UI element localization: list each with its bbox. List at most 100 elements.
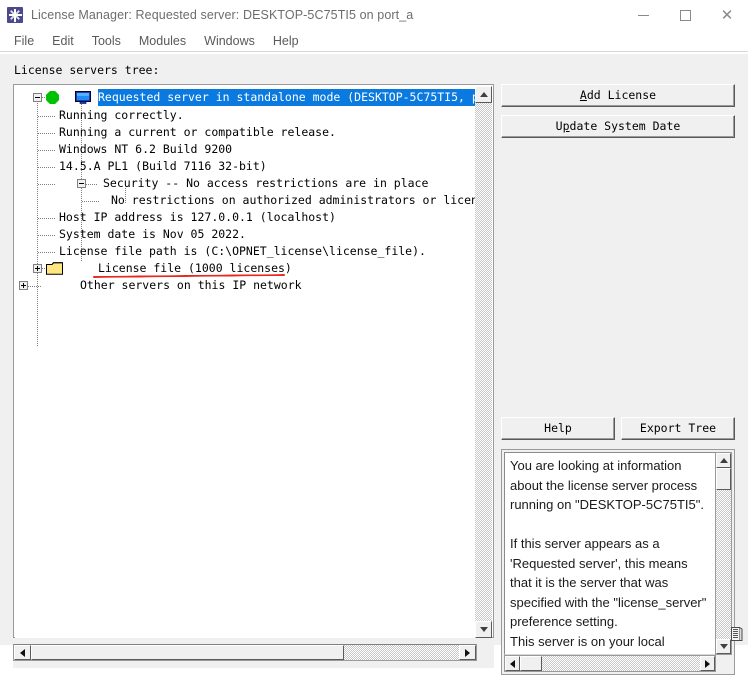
client-area: License servers tree: Requested server i… xyxy=(0,53,748,675)
expander-expand-icon[interactable] xyxy=(33,264,42,273)
tree-row-no-restrictions[interactable]: No restrictions on authorized administra… xyxy=(15,192,477,209)
expander-collapse-icon[interactable] xyxy=(33,93,42,102)
minimize-icon xyxy=(637,14,649,16)
tree-row-requested-server[interactable]: Requested server in standalone mode (DES… xyxy=(15,89,477,107)
tree-row-label: Host IP address is 127.0.0.1 (localhost) xyxy=(59,210,336,224)
window-titlebar: License Manager: Requested server: DESKT… xyxy=(0,0,748,30)
help-button[interactable]: Help xyxy=(501,417,615,440)
menu-edit[interactable]: Edit xyxy=(43,34,83,48)
menu-tools[interactable]: Tools xyxy=(83,34,130,48)
info-vertical-scroll-thumb[interactable] xyxy=(716,468,731,490)
tree-row-build-version[interactable]: 14.5.A PL1 (Build 7116 32-bit) xyxy=(15,158,477,175)
close-icon: ✕ xyxy=(720,6,734,24)
info-vertical-scrollbar[interactable] xyxy=(715,452,732,655)
tree-row-system-date[interactable]: System date is Nov 05 2022. xyxy=(15,226,477,243)
right-panel: Add License Update System Date Help Expo… xyxy=(501,84,735,675)
info-horizontal-scrollbar[interactable] xyxy=(504,655,716,672)
chevron-up-icon xyxy=(479,92,488,97)
chevron-right-icon xyxy=(705,659,710,668)
tree-row-other-servers[interactable]: Other servers on this IP network xyxy=(15,277,477,294)
tree-guide-line xyxy=(38,167,56,168)
tree-content: Requested server in standalone mode (DES… xyxy=(15,86,477,346)
scroll-left-button[interactable] xyxy=(14,645,31,660)
resize-grip-svg xyxy=(731,627,743,641)
tree-row-label: No restrictions on authorized administra… xyxy=(111,193,477,207)
export-tree-button[interactable]: Export Tree xyxy=(621,417,735,440)
info-text: You are looking at information about the… xyxy=(510,458,707,654)
menu-help[interactable]: Help xyxy=(264,34,308,48)
chevron-left-icon xyxy=(510,659,515,668)
menu-modules[interactable]: Modules xyxy=(130,34,195,48)
info-scroll-right-button[interactable] xyxy=(700,656,715,671)
tree-guide-line xyxy=(38,116,56,117)
tree-row-license-file[interactable]: License file (1000 licenses) xyxy=(15,260,477,279)
menu-file[interactable]: File xyxy=(5,34,43,48)
tree-row-label: Running a current or compatible release. xyxy=(59,125,336,139)
tree-guide-line xyxy=(86,184,98,185)
scroll-right-button[interactable] xyxy=(459,645,476,660)
info-horizontal-scroll-thumb[interactable] xyxy=(520,656,542,671)
scroll-down-button[interactable] xyxy=(475,621,492,638)
tree-guide-line xyxy=(38,184,56,185)
secondary-button-row: Help Export Tree xyxy=(501,417,735,440)
tree-row-label: Requested server in standalone mode (DES… xyxy=(98,89,477,106)
tree-vertical-scrollbar[interactable] xyxy=(475,86,492,638)
scroll-up-button[interactable] xyxy=(475,86,492,103)
menu-windows[interactable]: Windows xyxy=(195,34,264,48)
tree-row-os-version[interactable]: Windows NT 6.2 Build 9200 xyxy=(15,141,477,158)
chevron-left-icon xyxy=(20,648,25,657)
tree-row-label: Windows NT 6.2 Build 9200 xyxy=(59,142,233,156)
tree-row-license-file-path[interactable]: License file path is (C:\OPNET_license\l… xyxy=(15,243,477,260)
add-license-button[interactable]: Add License xyxy=(501,84,735,107)
update-system-date-label: Update System Date xyxy=(555,119,681,133)
app-starburst-icon xyxy=(6,6,24,24)
tree-row-label: Running correctly. xyxy=(59,108,184,122)
tree-row-compatible-release[interactable]: Running a current or compatible release. xyxy=(15,124,477,141)
window-title: License Manager: Requested server: DESKT… xyxy=(31,8,414,22)
folder-icon-svg xyxy=(46,262,63,275)
update-system-date-button[interactable]: Update System Date xyxy=(501,115,735,138)
tree-guide-line xyxy=(38,218,56,219)
monitor-icon xyxy=(75,91,91,105)
minimize-button[interactable] xyxy=(622,0,664,30)
tree-viewport[interactable]: Requested server in standalone mode (DES… xyxy=(15,86,477,638)
info-scroll-left-button[interactable] xyxy=(505,656,520,671)
expander-expand-icon[interactable] xyxy=(19,281,28,290)
tree-guide-line xyxy=(42,97,46,98)
info-scroll-up-button[interactable] xyxy=(716,453,731,468)
tree-frame: Requested server in standalone mode (DES… xyxy=(13,84,494,638)
info-panel: You are looking at information about the… xyxy=(501,449,735,675)
maximize-icon xyxy=(679,9,691,21)
monitor-icon-svg xyxy=(75,91,91,104)
tree-row-label: 14.5.A PL1 (Build 7116 32-bit) xyxy=(59,159,267,173)
menubar: File Edit Tools Modules Windows Help xyxy=(0,30,748,52)
tree-guide-line xyxy=(28,286,42,287)
info-viewport[interactable]: You are looking at information about the… xyxy=(504,452,716,655)
folder-icon xyxy=(46,262,63,275)
tree-row-label: System date is Nov 05 2022. xyxy=(59,227,246,241)
tree-row-running-correctly[interactable]: Running correctly. xyxy=(15,107,477,124)
tree-horizontal-scrollbar[interactable] xyxy=(13,644,477,661)
tree-row-security[interactable]: Security -- No access restrictions are i… xyxy=(15,175,477,192)
tree-guide-line xyxy=(38,252,56,253)
license-servers-tree-panel: Requested server in standalone mode (DES… xyxy=(13,84,494,668)
tree-row-label: License file path is (C:\OPNET_license\l… xyxy=(59,244,426,258)
tree-guide-line xyxy=(82,201,100,202)
expander-collapse-icon[interactable] xyxy=(77,179,86,188)
tree-guide-line xyxy=(38,133,56,134)
close-button[interactable]: ✕ xyxy=(706,0,748,30)
horizontal-scroll-thumb[interactable] xyxy=(31,645,344,660)
add-license-label: dd License xyxy=(586,88,657,102)
tree-row-host-ip[interactable]: Host IP address is 127.0.0.1 (localhost) xyxy=(15,209,477,226)
green-octagon-icon xyxy=(46,91,59,104)
resize-grip-icon xyxy=(729,626,744,642)
window-controls: ✕ xyxy=(622,0,748,30)
chevron-down-icon xyxy=(479,627,488,632)
tree-row-label: Other servers on this IP network xyxy=(80,278,302,292)
tree-guide-line xyxy=(38,235,56,236)
chevron-right-icon xyxy=(465,648,470,657)
maximize-button[interactable] xyxy=(664,0,706,30)
tree-row-label: Security -- No access restrictions are i… xyxy=(103,176,429,190)
tree-panel-label: License servers tree: xyxy=(14,63,160,77)
